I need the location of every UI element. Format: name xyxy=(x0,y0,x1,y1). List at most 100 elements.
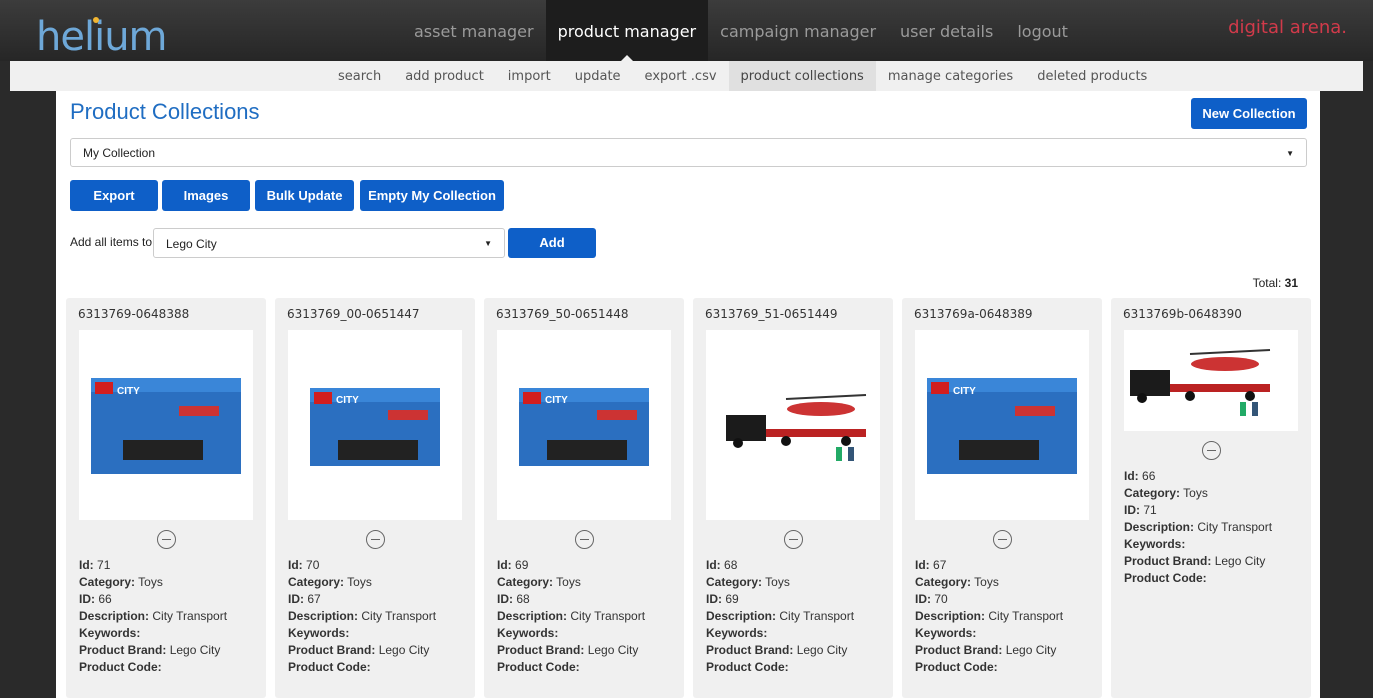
helium-logo[interactable]: helium xyxy=(36,14,168,60)
add-all-label: Add all items to xyxy=(70,235,153,249)
product-card[interactable]: 6313769a-0648389 CITY Id: 67 Category: T… xyxy=(902,298,1102,698)
subnav-manage-categories[interactable]: manage categories xyxy=(876,61,1025,91)
product-card[interactable]: 6313769_51-0651449 Id: 68 Category: Toys… xyxy=(693,298,893,698)
meta-product-code: Product Code: xyxy=(79,660,162,674)
meta-id-upper: ID: 69 xyxy=(706,592,739,606)
meta-product-code: Product Code: xyxy=(288,660,371,674)
total-label: Total: xyxy=(1252,276,1282,290)
empty-collection-button[interactable]: Empty My Collection xyxy=(360,180,504,211)
new-collection-button[interactable]: New Collection xyxy=(1191,98,1307,129)
meta-keywords: Keywords: xyxy=(1124,537,1186,551)
total-value: 31 xyxy=(1284,276,1298,290)
nav-campaign-manager[interactable]: campaign manager xyxy=(708,0,888,61)
product-truck-image xyxy=(726,394,867,461)
meta-description: Description: City Transport xyxy=(288,609,437,623)
meta-category: Category: Toys xyxy=(288,575,372,589)
add-button[interactable]: Add xyxy=(508,228,596,258)
add-target-value: Lego City xyxy=(166,237,217,251)
product-image[interactable] xyxy=(706,330,880,520)
product-meta: Id: 71 Category: Toys ID: 66 Description… xyxy=(79,557,227,676)
main-nav: asset manager product manager campaign m… xyxy=(402,0,1080,62)
meta-keywords: Keywords: xyxy=(79,626,141,640)
subnav-search[interactable]: search xyxy=(326,61,393,91)
meta-id: Id: 71 xyxy=(79,558,111,572)
meta-id: Id: 67 xyxy=(915,558,947,572)
product-code: 6313769-0648388 xyxy=(78,307,190,321)
meta-id-upper: ID: 71 xyxy=(1124,503,1157,517)
subnav-add-product[interactable]: add product xyxy=(393,61,496,91)
meta-keywords: Keywords: xyxy=(288,626,350,640)
meta-description: Description: City Transport xyxy=(706,609,855,623)
remove-circle-icon[interactable] xyxy=(575,530,594,549)
nav-user-details[interactable]: user details xyxy=(888,0,1005,61)
bulk-update-button[interactable]: Bulk Update xyxy=(255,180,354,211)
product-meta: Id: 68 Category: Toys ID: 69 Description… xyxy=(706,557,854,676)
subnav-update[interactable]: update xyxy=(563,61,633,91)
remove-circle-icon[interactable] xyxy=(1202,441,1221,460)
nav-asset-manager[interactable]: asset manager xyxy=(402,0,546,61)
nav-product-manager[interactable]: product manager xyxy=(545,0,709,62)
product-image[interactable]: CITY xyxy=(497,330,671,520)
meta-category: Category: Toys xyxy=(915,575,999,589)
product-box-image: CITY xyxy=(519,388,649,466)
nav-logout[interactable]: logout xyxy=(1005,0,1080,61)
product-image[interactable] xyxy=(1124,330,1298,431)
meta-description: Description: City Transport xyxy=(497,609,646,623)
subnav-deleted-products[interactable]: deleted products xyxy=(1025,61,1159,91)
subnav-export-csv[interactable]: export .csv xyxy=(633,61,729,91)
meta-keywords: Keywords: xyxy=(497,626,559,640)
product-image[interactable]: CITY xyxy=(288,330,462,520)
product-card[interactable]: 6313769_00-0651447 CITY Id: 70 Category:… xyxy=(275,298,475,698)
meta-brand: Product Brand: Lego City xyxy=(497,643,639,657)
meta-category: Category: Toys xyxy=(497,575,581,589)
meta-description: Description: City Transport xyxy=(79,609,228,623)
collection-select-value: My Collection xyxy=(83,146,156,160)
subnav-import[interactable]: import xyxy=(496,61,563,91)
product-box-image: CITY xyxy=(927,378,1077,474)
remove-circle-icon[interactable] xyxy=(784,530,803,549)
remove-circle-icon[interactable] xyxy=(993,530,1012,549)
meta-id: Id: 69 xyxy=(497,558,529,572)
product-card[interactable]: 6313769b-0648390 Id: 66 Category: Toys I… xyxy=(1111,298,1311,698)
top-navbar: helium asset manager product manager cam… xyxy=(0,0,1373,62)
product-code: 6313769b-0648390 xyxy=(1123,307,1242,321)
remove-circle-icon[interactable] xyxy=(157,530,176,549)
sub-nav: search add product import update export … xyxy=(326,61,1159,91)
chevron-down-icon: ▼ xyxy=(484,239,492,248)
export-button[interactable]: Export xyxy=(70,180,158,211)
images-button[interactable]: Images xyxy=(162,180,250,211)
chevron-down-icon: ▼ xyxy=(1286,149,1294,158)
collection-select[interactable]: My Collection ▼ xyxy=(70,138,1307,167)
product-truck-image xyxy=(1130,349,1271,416)
svg-text:CITY: CITY xyxy=(336,395,359,406)
meta-brand: Product Brand: Lego City xyxy=(706,643,848,657)
add-target-select[interactable]: Lego City ▼ xyxy=(153,228,505,258)
remove-circle-icon[interactable] xyxy=(366,530,385,549)
page-title: Product Collections xyxy=(70,99,260,124)
meta-brand: Product Brand: Lego City xyxy=(915,643,1057,657)
svg-text:CITY: CITY xyxy=(545,395,568,406)
meta-id-upper: ID: 67 xyxy=(288,592,321,606)
logo-dot-icon xyxy=(93,17,99,23)
product-box-image: CITY xyxy=(91,378,241,474)
meta-brand: Product Brand: Lego City xyxy=(1124,554,1266,568)
meta-category: Category: Toys xyxy=(79,575,163,589)
product-meta: Id: 67 Category: Toys ID: 70 Description… xyxy=(915,557,1063,676)
meta-id-upper: ID: 66 xyxy=(79,592,112,606)
meta-category: Category: Toys xyxy=(1124,486,1208,500)
product-image[interactable]: CITY xyxy=(79,330,253,520)
product-card[interactable]: 6313769_50-0651448 CITY Id: 69 Category:… xyxy=(484,298,684,698)
product-image[interactable]: CITY xyxy=(915,330,1089,520)
meta-brand: Product Brand: Lego City xyxy=(79,643,221,657)
meta-id-upper: ID: 68 xyxy=(497,592,530,606)
meta-product-code: Product Code: xyxy=(497,660,580,674)
product-meta: Id: 66 Category: Toys ID: 71 Description… xyxy=(1124,468,1272,587)
meta-id-upper: ID: 70 xyxy=(915,592,948,606)
meta-id: Id: 68 xyxy=(706,558,738,572)
total-count: Total: 31 xyxy=(1253,276,1298,290)
product-meta: Id: 69 Category: Toys ID: 68 Description… xyxy=(497,557,645,676)
subnav-product-collections[interactable]: product collections xyxy=(728,61,876,91)
product-card[interactable]: 6313769-0648388 CITY Id: 71 Category: To… xyxy=(66,298,266,698)
meta-brand: Product Brand: Lego City xyxy=(288,643,430,657)
meta-product-code: Product Code: xyxy=(915,660,998,674)
